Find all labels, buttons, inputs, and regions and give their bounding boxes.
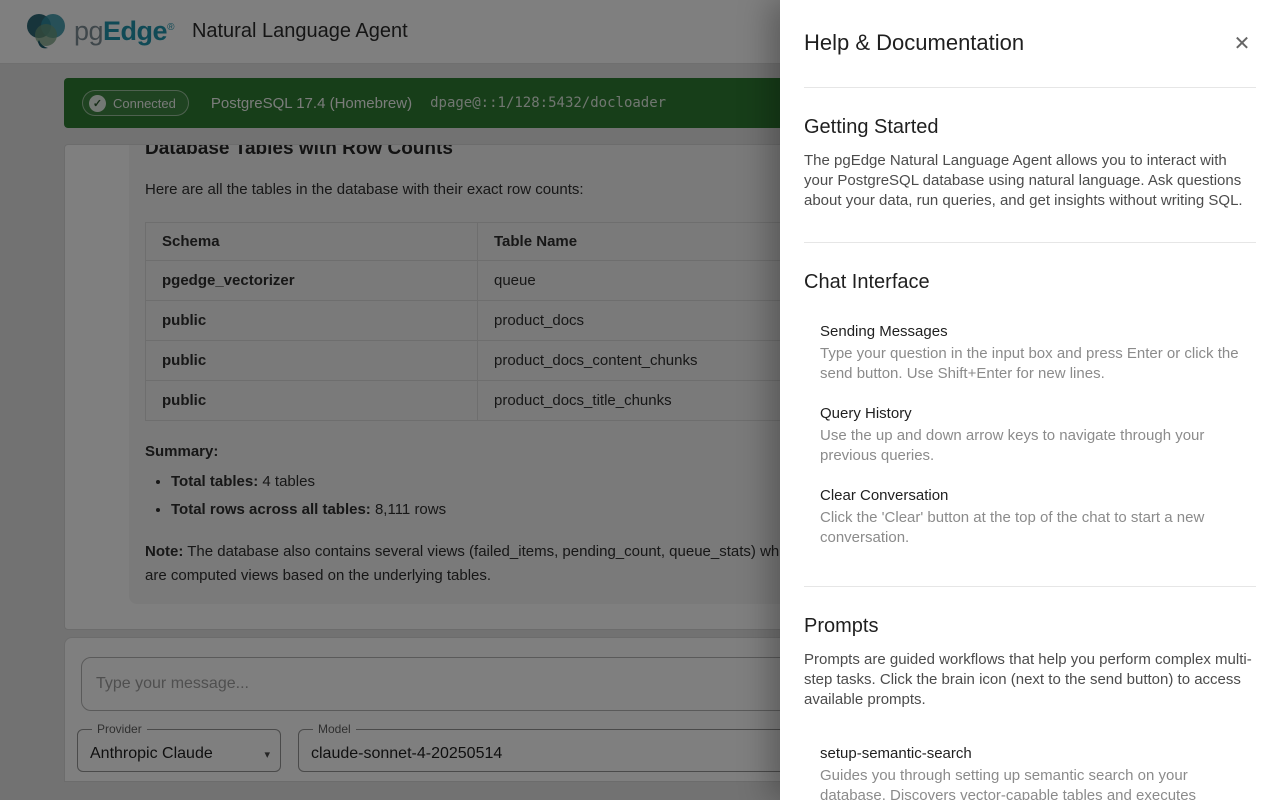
section-body: Prompts are guided workflows that help y… [804,650,1256,710]
help-item-title: setup-semantic-search [820,746,1256,761]
help-item-title: Sending Messages [820,324,1256,339]
divider [804,87,1256,88]
help-item-desc: Type your question in the input box and … [820,344,1256,384]
section-heading-prompts: Prompts [804,614,1256,638]
section-heading-getting-started: Getting Started [804,115,1256,139]
prompts-items: setup-semantic-search Guides you through… [820,746,1256,800]
help-item-desc: Guides you through setting up semantic s… [820,766,1256,800]
help-item-desc: Click the 'Clear' button at the top of t… [820,508,1256,548]
divider [804,242,1256,243]
close-icon[interactable]: ✕ [1228,30,1256,58]
help-title: Help & Documentation [804,30,1256,56]
section-heading-chat-interface: Chat Interface [804,270,1256,294]
help-drawer: Help & Documentation ✕ Getting Started T… [780,0,1280,800]
divider [804,586,1256,587]
chat-interface-items: Sending Messages Type your question in t… [820,324,1256,548]
help-item-desc: Use the up and down arrow keys to naviga… [820,426,1256,466]
help-item-title: Query History [820,406,1256,421]
section-body: The pgEdge Natural Language Agent allows… [804,151,1256,211]
help-drawer-header: Help & Documentation ✕ [804,0,1256,56]
help-item-title: Clear Conversation [820,488,1256,503]
